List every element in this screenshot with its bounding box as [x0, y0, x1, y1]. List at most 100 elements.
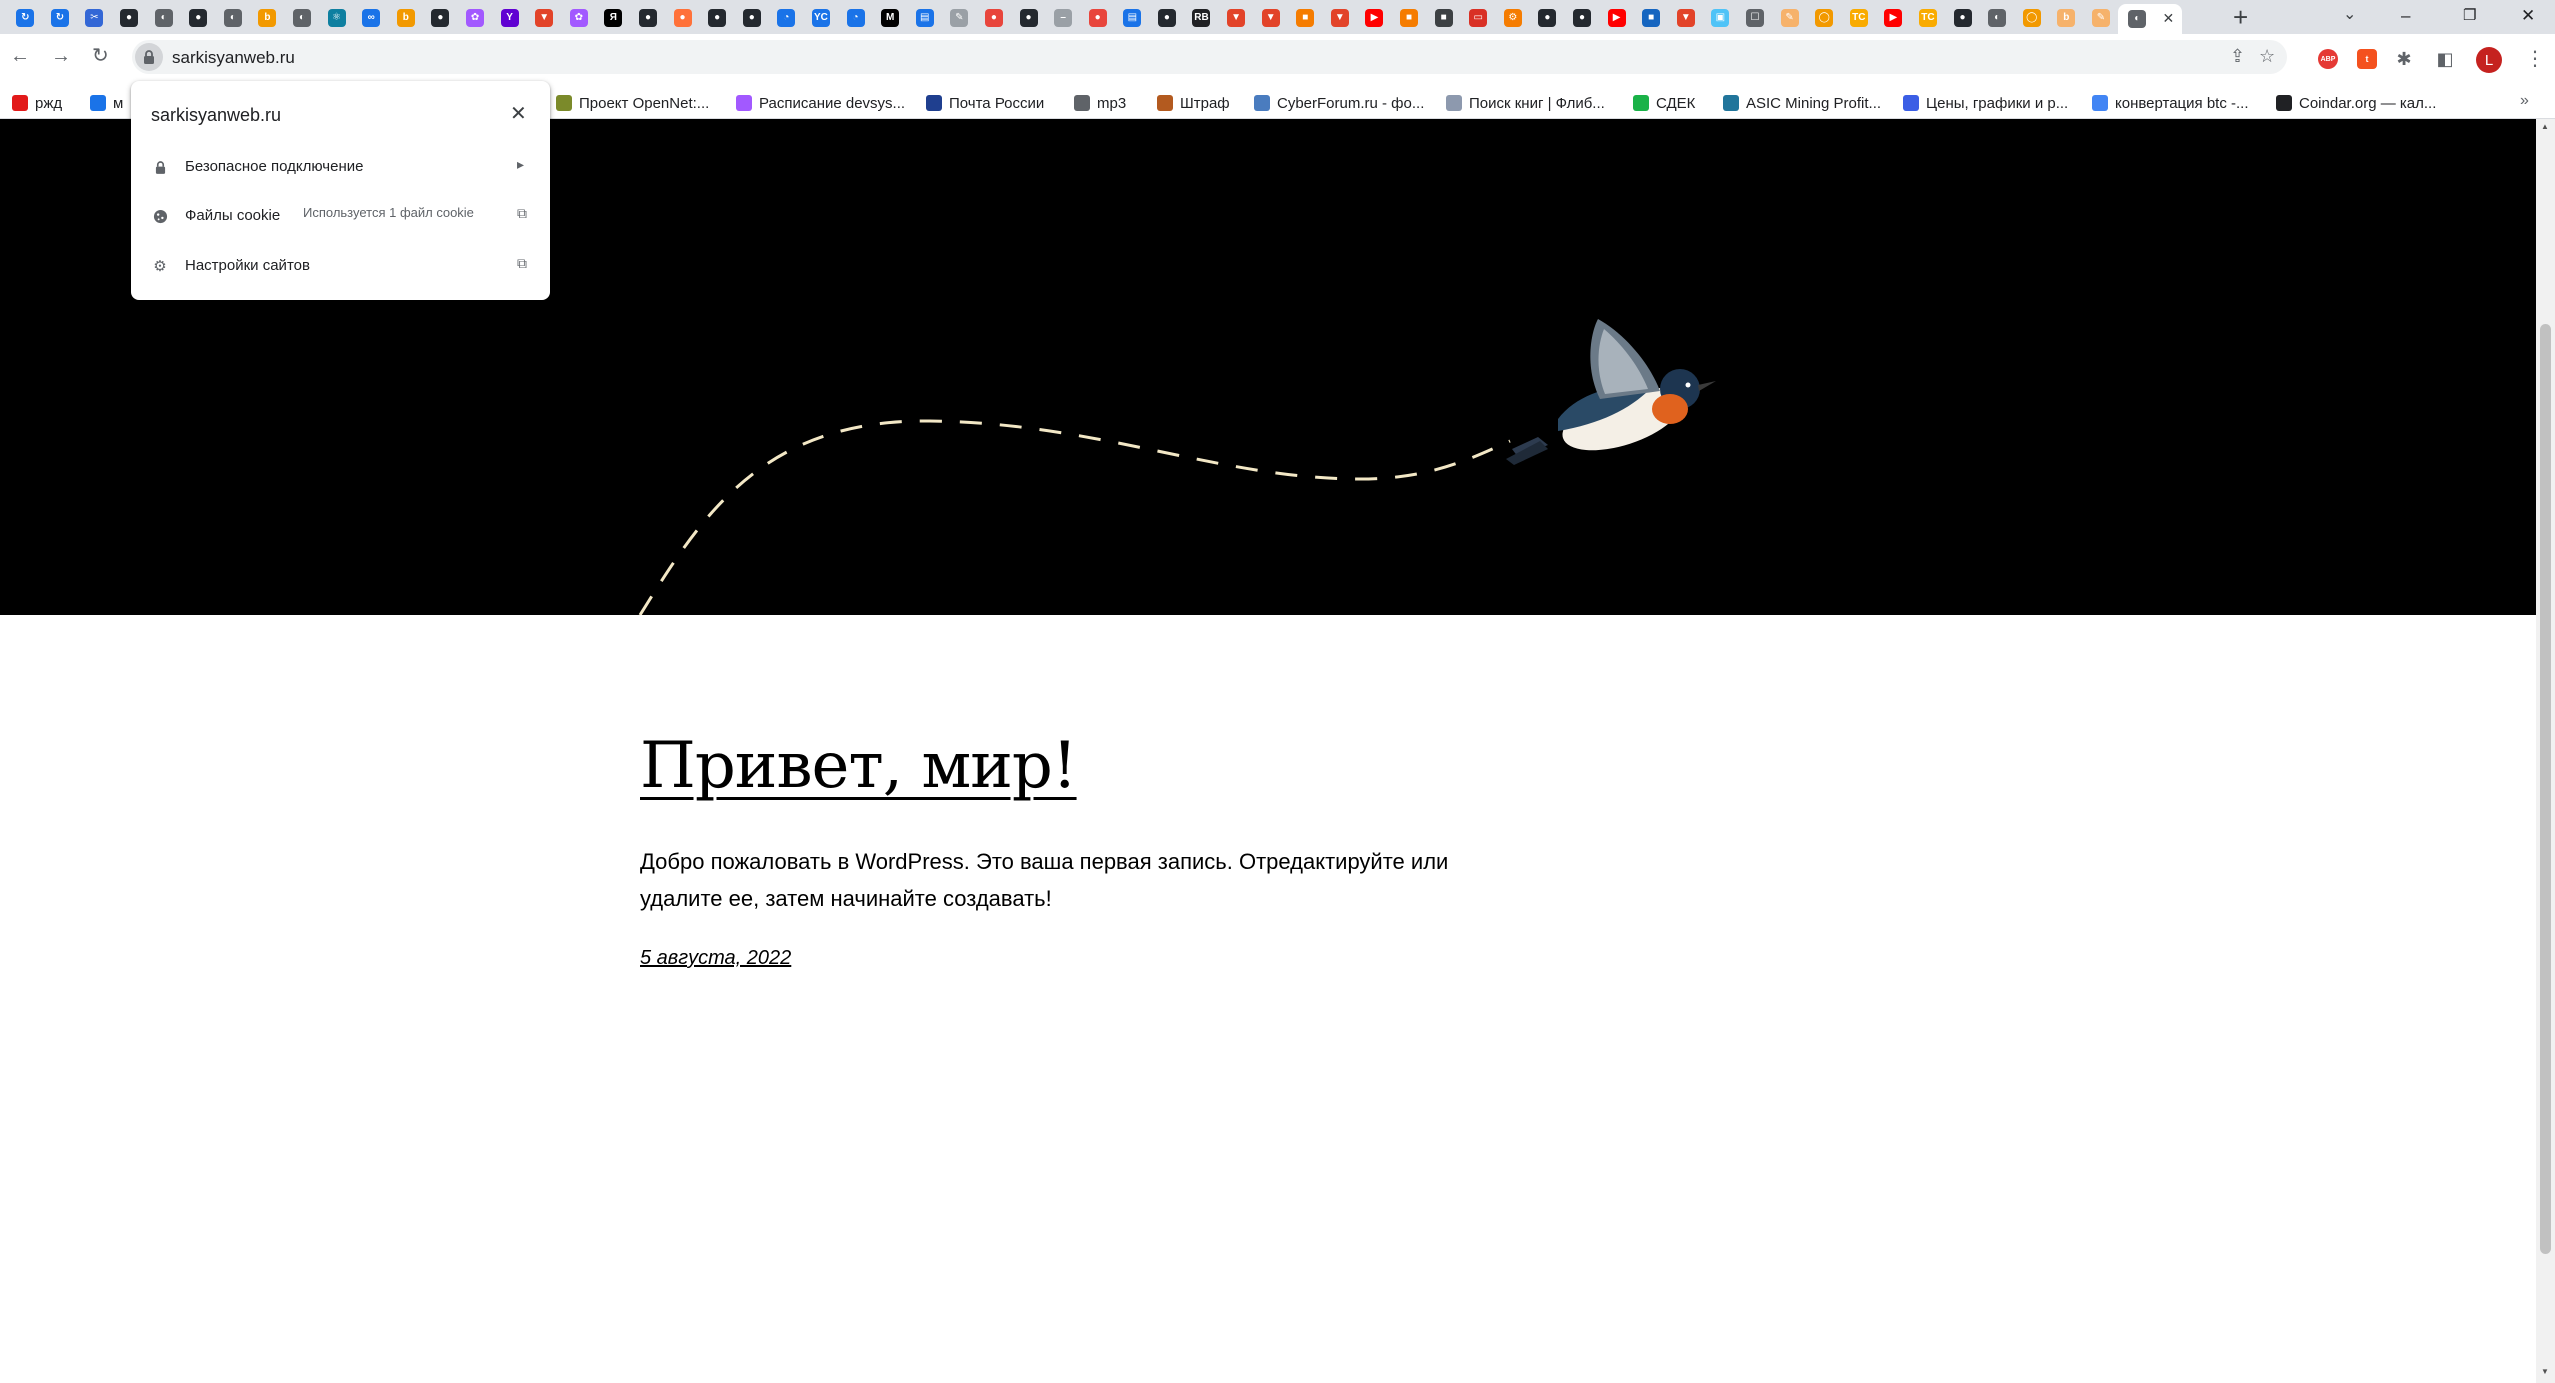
extensions-puzzle-icon[interactable]: ✱: [2394, 49, 2414, 69]
browser-tab[interactable]: ■: [1634, 4, 1669, 32]
browser-tab[interactable]: ●: [700, 4, 735, 32]
site-settings-row[interactable]: ⚙ Настройки сайтов ⧉: [131, 242, 550, 290]
browser-tab[interactable]: ▶: [1357, 4, 1392, 32]
bookmark-star-icon[interactable]: ☆: [2259, 46, 2275, 67]
extension-orange-icon[interactable]: t: [2357, 49, 2377, 69]
browser-menu-button[interactable]: ⋮: [2525, 46, 2545, 71]
secure-connection-row[interactable]: Безопасное подключение ▸: [131, 143, 550, 191]
browser-tab[interactable]: ∞: [354, 4, 389, 32]
bookmark-item[interactable]: Coindar.org — кал...: [2276, 93, 2436, 113]
browser-tab[interactable]: ◯: [1807, 4, 1842, 32]
browser-tab[interactable]: ▼: [1253, 4, 1288, 32]
browser-tab[interactable]: ●: [181, 4, 216, 32]
browser-tab[interactable]: ◐: [146, 4, 181, 32]
browser-tab[interactable]: ✎: [1772, 4, 1807, 32]
browser-tab[interactable]: M: [873, 4, 908, 32]
post-title-link[interactable]: Привет, мир!: [640, 729, 1078, 803]
scroll-down-arrow[interactable]: ▼: [2541, 1367, 2549, 1376]
bookmark-item[interactable]: Поиск книг | Флиб...: [1446, 93, 1605, 113]
bookmark-item[interactable]: м: [90, 93, 123, 113]
popup-close-button[interactable]: ✕: [510, 101, 527, 126]
browser-tab[interactable]: Y: [492, 4, 527, 32]
browser-tab[interactable]: ✎: [942, 4, 977, 32]
bookmark-item[interactable]: Штраф: [1157, 93, 1230, 113]
restore-button[interactable]: ❐: [2463, 2, 2476, 30]
tab-search-button[interactable]: ⌄: [2343, 4, 2356, 24]
bookmark-item[interactable]: СДЕК: [1633, 93, 1695, 113]
browser-tab[interactable]: RB: [1184, 4, 1219, 32]
scroll-up-arrow[interactable]: ▲: [2541, 122, 2549, 131]
browser-tab[interactable]: ▤: [1115, 4, 1150, 32]
site-info-button[interactable]: [135, 43, 163, 71]
browser-tab[interactable]: ●: [734, 4, 769, 32]
browser-tab[interactable]: ▶: [1876, 4, 1911, 32]
browser-tab[interactable]: ▣: [1703, 4, 1738, 32]
browser-tab[interactable]: ◯: [2014, 4, 2049, 32]
back-button[interactable]: ←: [10, 45, 30, 67]
post-date-link[interactable]: 5 августа, 2022: [640, 947, 791, 970]
browser-tab[interactable]: ↻: [43, 4, 78, 32]
browser-tab-active[interactable]: ◐ ✕: [2118, 4, 2183, 34]
forward-button[interactable]: →: [51, 45, 71, 67]
bookmark-item[interactable]: ASIC Mining Profit...: [1723, 93, 1881, 113]
browser-tab[interactable]: ◐: [285, 4, 320, 32]
browser-tab[interactable]: YC: [804, 4, 839, 32]
bookmark-item[interactable]: CyberForum.ru - фо...: [1254, 93, 1424, 113]
side-panel-icon[interactable]: ◧: [2435, 49, 2455, 69]
bookmark-item[interactable]: Проект OpenNet:...: [556, 93, 709, 113]
browser-tab[interactable]: ■: [1288, 4, 1323, 32]
bookmark-item[interactable]: Цены, графики и р...: [1903, 93, 2068, 113]
browser-tab[interactable]: ●: [1011, 4, 1046, 32]
browser-tab[interactable]: TC: [1841, 4, 1876, 32]
reload-button[interactable]: ↻: [92, 45, 109, 67]
share-icon[interactable]: ⇪: [2230, 46, 2245, 67]
browser-tab[interactable]: ▼: [1219, 4, 1254, 32]
page-scrollbar[interactable]: ▲ ▼: [2536, 119, 2555, 1383]
bookmarks-overflow-button[interactable]: »: [2520, 92, 2529, 110]
cookies-row[interactable]: Файлы cookie Используется 1 файл cookie …: [131, 192, 550, 240]
new-tab-button[interactable]: +: [2233, 3, 2248, 31]
bookmark-item[interactable]: mp3: [1074, 93, 1126, 113]
browser-tab[interactable]: b: [2049, 4, 2084, 32]
address-bar[interactable]: sarkisyanweb.ru ⇪ ☆: [132, 40, 2287, 74]
browser-tab[interactable]: TC: [1911, 4, 1946, 32]
browser-tab[interactable]: ▼: [1323, 4, 1358, 32]
browser-tab[interactable]: ⚛: [319, 4, 354, 32]
browser-tab[interactable]: ●: [977, 4, 1012, 32]
browser-tab[interactable]: –: [1046, 4, 1081, 32]
browser-tab[interactable]: ■: [1392, 4, 1427, 32]
browser-tab[interactable]: ●: [1080, 4, 1115, 32]
browser-tab[interactable]: ■: [1426, 4, 1461, 32]
profile-avatar[interactable]: L: [2476, 47, 2502, 73]
bookmark-item[interactable]: Почта России: [926, 93, 1044, 113]
browser-tab[interactable]: ▼: [527, 4, 562, 32]
browser-tab[interactable]: ●: [112, 4, 147, 32]
browser-tab[interactable]: ◔: [838, 4, 873, 32]
close-window-button[interactable]: ✕: [2521, 2, 2535, 30]
browser-tab[interactable]: ▭: [1461, 4, 1496, 32]
browser-tab[interactable]: ●: [423, 4, 458, 32]
browser-tab[interactable]: ▼: [1669, 4, 1704, 32]
browser-tab[interactable]: b: [389, 4, 424, 32]
browser-tab[interactable]: ▤: [907, 4, 942, 32]
browser-tab[interactable]: ☐: [1738, 4, 1773, 32]
browser-tab[interactable]: ◔: [769, 4, 804, 32]
browser-tab[interactable]: ✿: [458, 4, 493, 32]
minimize-button[interactable]: –: [2401, 2, 2410, 30]
browser-tab[interactable]: Я: [596, 4, 631, 32]
browser-tab[interactable]: ●: [1150, 4, 1185, 32]
browser-tab[interactable]: ●: [665, 4, 700, 32]
bookmark-item[interactable]: Расписание devsys...: [736, 93, 905, 113]
close-tab-icon[interactable]: ✕: [2162, 10, 2174, 27]
browser-tab[interactable]: ⚙: [1496, 4, 1531, 32]
url-text[interactable]: sarkisyanweb.ru: [172, 48, 295, 68]
browser-tab[interactable]: ✂: [77, 4, 112, 32]
browser-tab[interactable]: ●: [1945, 4, 1980, 32]
adblock-icon[interactable]: ABP: [2318, 49, 2338, 69]
bookmark-item[interactable]: ржд: [12, 93, 62, 113]
browser-tab[interactable]: ●: [1530, 4, 1565, 32]
browser-tab[interactable]: ✎: [2084, 4, 2119, 32]
browser-tab[interactable]: ●: [1565, 4, 1600, 32]
browser-tab[interactable]: ✿: [562, 4, 597, 32]
browser-tab[interactable]: b: [250, 4, 285, 32]
